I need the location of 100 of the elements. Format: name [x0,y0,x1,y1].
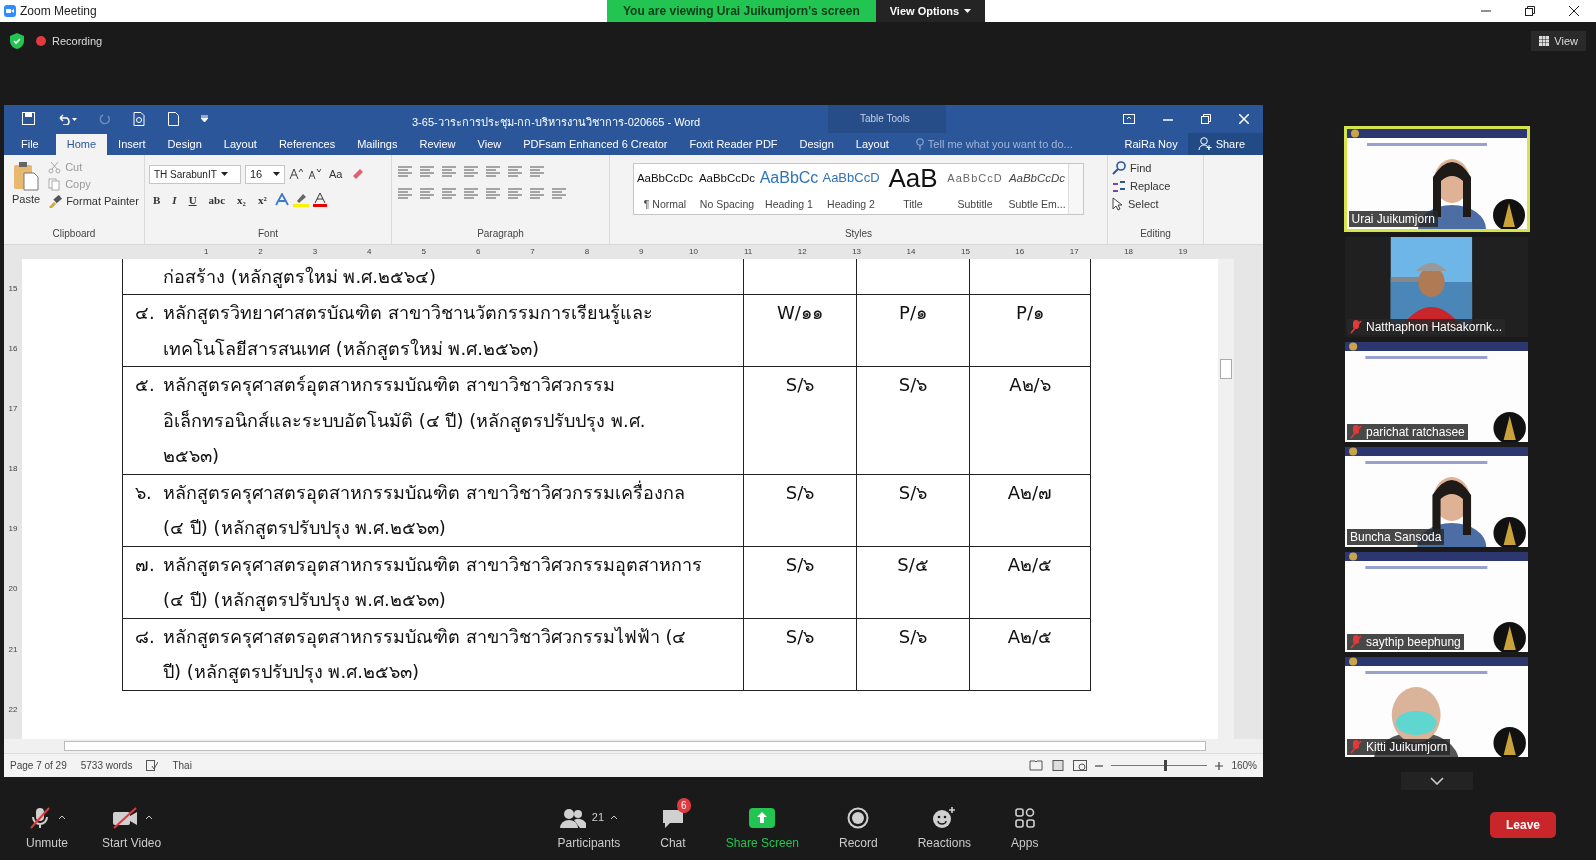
smiley-icon [932,806,957,829]
change-case-button[interactable]: Aa [325,166,347,183]
grow-font-icon[interactable] [289,168,303,181]
style-preset[interactable]: AaB Title [882,163,944,214]
ribbon-tab[interactable]: References [267,133,347,155]
ribbon-tab[interactable]: View [466,133,513,155]
table-cell: S/๖ [785,481,815,503]
ribbon-tab[interactable]: PDFsam Enhanced 6 Creator [512,133,679,155]
style-preset[interactable]: AaBbCc Heading 1 [758,163,820,214]
scroll-down-button[interactable] [1400,772,1473,790]
ribbon-tab[interactable]: Design [788,133,845,155]
paintbrush-icon [48,194,63,208]
zoom-in-icon[interactable] [1215,761,1224,770]
ruler-number: 9 [638,247,644,257]
ribbon-tab[interactable]: Layout [844,133,900,155]
ruler-number: 3 [311,247,318,257]
tell-me-field[interactable]: Tell me what you want to do... [909,133,1079,155]
table-cell: S/๖ [785,374,815,396]
unread-badge: 6 [676,797,691,813]
print-layout-icon[interactable] [1051,760,1066,772]
font-name-field[interactable]: TH SarabunIT [149,164,241,184]
caret-icon [964,8,972,14]
toolbar-button[interactable]: Apps [1005,797,1045,853]
center-icon[interactable] [418,186,436,201]
paste-button[interactable]: Paste [8,158,45,228]
clipboard-button[interactable]: Format Painter [48,194,139,208]
ribbon-tab[interactable]: File [4,133,56,155]
close-icon[interactable] [1569,6,1579,16]
format-button[interactable]: B [149,191,165,208]
ribbon-tab[interactable]: Design [156,133,213,155]
toolbar-button[interactable]: Share Screen [719,797,805,853]
styles-scrollbar[interactable] [1068,163,1083,214]
share-button[interactable]: Share [1187,132,1263,155]
customize-icon[interactable] [201,115,208,123]
print-preview-icon[interactable] [133,111,146,126]
ribbon-tab[interactable]: Foxit Reader PDF [678,133,789,155]
highlighter-icon[interactable] [292,192,309,207]
style-preset[interactable]: AaBbCcD Heading 2 [820,163,882,214]
screen-share-banner: You are viewing Urai Juikumjorn's screen [607,0,876,22]
format-button[interactable]: U [184,191,201,208]
caret-icon [273,171,280,177]
ribbon-tab[interactable]: Layout [212,133,268,155]
font-size-field[interactable]: 16 [245,164,285,184]
toolbar-button[interactable]: 21 Participants [551,797,627,853]
web-layout-icon[interactable] [1073,760,1088,772]
ribbon-display-icon[interactable] [1123,113,1135,124]
toolbar-button[interactable]: Start Video [96,797,168,853]
record-dot-icon [36,36,46,46]
user-name[interactable]: RaiRa Noy [1124,133,1188,155]
style-preset[interactable]: AaBbCcDc Subtle Em... [1006,163,1068,214]
text-effects-icon[interactable] [274,193,289,207]
item-number: ๗. [135,553,155,575]
ribbon-tab[interactable]: Mailings [346,133,409,155]
group-label: Editing [1139,227,1172,241]
caret-icon[interactable] [610,815,619,820]
font-color-icon[interactable] [312,192,327,207]
vertical-scrollbar[interactable] [1218,258,1234,740]
save-icon[interactable] [22,112,35,126]
toolbar-button[interactable]: Record [833,797,884,853]
format-button[interactable]: I [168,191,181,208]
style-preset[interactable]: AaBbCcDc ¶ Normal [634,163,696,214]
ruler-number: 1 [202,247,209,257]
style-preset[interactable]: AaBbCcDc No Spacing [696,163,758,214]
pointer-icon [1112,196,1124,211]
restore-icon[interactable] [1525,6,1535,16]
editing-button[interactable]: Find [1112,160,1171,175]
toolbar-button[interactable]: Unmute [20,797,75,853]
grid-icon [1539,36,1550,46]
style-preset[interactable]: AaBbCcD Subtitle [944,163,1006,214]
caret-icon [220,171,228,177]
shrink-font-icon[interactable] [307,168,321,181]
caret-icon[interactable] [144,815,153,820]
zoom-percent[interactable]: 160% [1231,760,1257,772]
ribbon-tab[interactable]: Home [55,133,108,155]
undo-icon[interactable] [57,112,77,125]
view-options-button[interactable]: View Options [875,0,986,22]
new-document-icon[interactable] [168,111,179,126]
format-button[interactable]: abc [204,191,230,208]
item-number: ๕. [135,374,155,396]
restore-icon[interactable] [1201,113,1211,124]
redo-icon[interactable] [99,112,111,125]
justify-icon[interactable] [462,186,480,201]
leave-button[interactable]: Leave [1489,812,1556,838]
format-button[interactable]: x₂ [233,191,250,208]
format-button[interactable]: x² [253,191,271,208]
align-left-icon[interactable] [396,186,414,201]
align-right-icon[interactable] [440,186,458,201]
participant-name: Natthaphon Hatsakornk... [1366,320,1503,334]
ruler-number: 13 [851,247,862,257]
editing-button[interactable]: Replace [1112,178,1171,193]
ribbon-tab[interactable]: Review [408,133,467,155]
caret-icon[interactable] [58,815,66,820]
ribbon-tab[interactable]: Insert [107,133,157,155]
read-mode-icon[interactable] [1029,760,1044,772]
toolbar-button[interactable]: Reactions [911,797,978,853]
table-cell: S/๖ [898,374,928,396]
toolbar-button[interactable]: 6 Chat [654,797,692,853]
view-button[interactable]: View [1531,31,1586,51]
horizontal-scrollbar[interactable] [4,739,1263,754]
editing-button[interactable]: Select [1112,196,1171,211]
